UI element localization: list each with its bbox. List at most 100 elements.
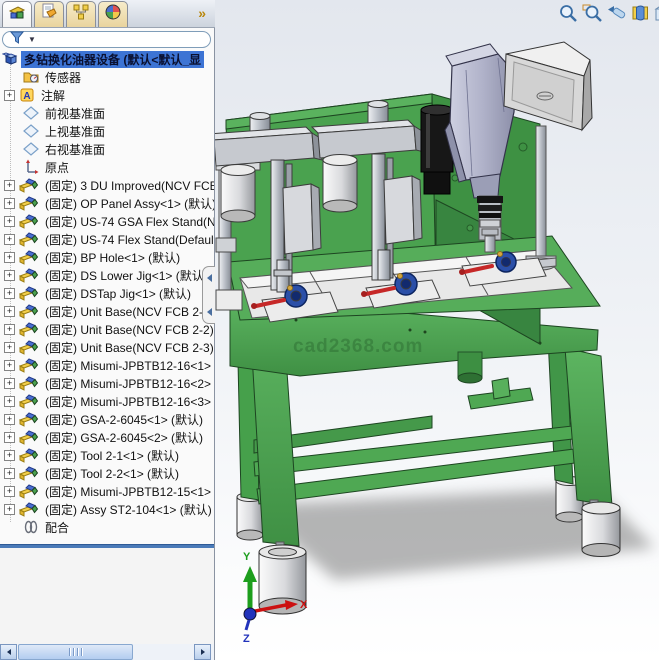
tree-item-label: 原点 <box>42 159 72 176</box>
expand-toggle[interactable]: + <box>4 180 15 191</box>
tree-item-label: (固定) DS Lower Jig<1> (默认) <box>42 267 211 284</box>
origin-icon <box>23 159 39 175</box>
expand-toggle[interactable]: + <box>4 360 15 371</box>
plane-icon <box>23 141 39 157</box>
tree-item[interactable]: +(固定) Misumi-JPBTB12-15<1> (默 <box>0 482 214 500</box>
feature-tree: 多钻换化油器设备 (默认<默认_显传感器+A注解前视基准面上视基准面右视基准面原… <box>0 50 214 537</box>
annotations-icon: A <box>19 87 35 103</box>
tree-item[interactable]: + (固定) Misumi-JPBTB12-16<3> (默 <box>0 392 214 410</box>
expand-toggle[interactable]: + <box>4 396 15 407</box>
expand-toggle[interactable]: + <box>4 216 15 227</box>
zoom-area-icon[interactable] <box>582 3 603 24</box>
expand-toggle[interactable]: + <box>4 486 15 497</box>
configurationmanager-icon <box>72 3 90 26</box>
panel-collapse-tab[interactable] <box>202 266 215 324</box>
propertymanager-tab[interactable] <box>34 1 64 27</box>
expand-toggle[interactable]: + <box>4 90 15 101</box>
tree-item[interactable]: + (固定) US-74 GSA Flex Stand(NCV <box>0 212 214 230</box>
tree-item[interactable]: 配合 <box>0 518 214 536</box>
expand-toggle[interactable]: + <box>4 414 15 425</box>
tree-item[interactable]: + (固定) DS Lower Jig<1> (默认) <box>0 266 214 284</box>
tree-item[interactable]: + (固定) Tool 2-1<1> (默认) <box>0 446 214 464</box>
triad-z-label: Z <box>243 633 250 645</box>
tree-item-label: (固定) Misumi-JPBTB12-16<1> (默 <box>42 357 214 374</box>
expand-toggle[interactable]: + <box>4 342 15 353</box>
tree-item[interactable]: + (固定) BP Hole<1> (默认) <box>0 248 214 266</box>
expand-toggle[interactable]: + <box>4 270 15 281</box>
watermark-text: cad2368.com <box>293 336 423 357</box>
sensors-folder-icon <box>23 69 39 85</box>
expand-toggle[interactable]: + <box>4 234 15 245</box>
tree-item-label: (固定) BP Hole<1> (默认) <box>42 249 183 266</box>
svg-text:A: A <box>23 91 30 102</box>
tree-item-label: (固定) DSTap Jig<1> (默认) <box>42 285 194 302</box>
filter-dropdown-caret[interactable]: ▼ <box>28 35 36 44</box>
tree-item-root[interactable]: 多钻换化油器设备 (默认<默认_显 <box>0 50 214 68</box>
expand-toggle[interactable]: + <box>4 450 15 461</box>
component-icon <box>19 465 39 481</box>
tree-item-label: (固定) Unit Base(NCV FCB 2-3)<1 <box>42 339 214 356</box>
tree-item[interactable]: +(固定) Misumi-JPBTB12-16<2> (默 <box>0 374 214 392</box>
scrollbar-thumb[interactable] <box>18 644 133 660</box>
tree-item[interactable]: 传感器 <box>0 68 214 86</box>
expand-toggle[interactable]: + <box>4 324 15 335</box>
tree-item[interactable]: 右视基准面 <box>0 140 214 158</box>
tree-filter-bar[interactable]: ▼ <box>2 31 211 48</box>
tree-item[interactable]: +(固定) Tool 2-2<1> (默认) <box>0 464 214 482</box>
graphics-viewport[interactable]: cad2368.com Y X Z <box>215 0 659 660</box>
assembly-root-icon <box>2 51 18 67</box>
featuremanager-tree-tab[interactable] <box>2 1 32 27</box>
expand-toggle[interactable]: + <box>4 504 15 515</box>
tree-item[interactable]: 上视基准面 <box>0 122 214 140</box>
expand-toggle[interactable]: + <box>4 288 15 299</box>
tree-item[interactable]: +(固定) Assy ST2-104<1> (默认) <box>0 500 214 518</box>
component-icon <box>19 447 39 463</box>
tree-item-label: (固定) Misumi-JPBTB12-16<3> (默 <box>42 393 214 410</box>
tree-item[interactable]: + (固定) US-74 Flex Stand(Default) <box>0 230 214 248</box>
expand-toggle[interactable]: + <box>4 378 15 389</box>
expand-toggle[interactable]: + <box>4 198 15 209</box>
tree-item[interactable]: +(固定) GSA-2-6045<1> (默认) <box>0 410 214 428</box>
tree-item-label: (固定) US-74 GSA Flex Stand(NCV <box>42 213 214 230</box>
expand-toggle[interactable]: + <box>4 306 15 317</box>
tree-item-label: 右视基准面 <box>42 141 108 158</box>
triad-y-label: Y <box>243 551 251 563</box>
tree-item-label: (固定) Tool 2-1<1> (默认) <box>42 447 182 464</box>
heads-up-view-toolbar <box>558 3 659 24</box>
mates-icon <box>23 519 39 535</box>
tree-item-label: (固定) US-74 Flex Stand(Default) <box>42 231 214 248</box>
filter-funnel-icon <box>10 31 24 49</box>
component-icon <box>19 213 39 229</box>
tree-item[interactable]: +(固定) 3 DU Improved(NCV FCB # <box>0 176 214 194</box>
tree-item[interactable]: +(固定) GSA-2-6045<2> (默认) <box>0 428 214 446</box>
tree-item[interactable]: +A注解 <box>0 86 214 104</box>
tabs-overflow-chevron[interactable]: » <box>198 5 206 21</box>
tree-item[interactable]: +(固定) Unit Base(NCV FCB 2-2)<1 <box>0 320 214 338</box>
component-icon <box>19 177 39 193</box>
tree-item[interactable]: + (固定) Unit Base(NCV FCB 2-3)<1 <box>0 338 214 356</box>
expand-toggle[interactable]: + <box>4 432 15 443</box>
component-icon <box>19 411 39 427</box>
tree-item[interactable]: 原点 <box>0 158 214 176</box>
scroll-left-button[interactable] <box>0 644 17 660</box>
component-icon <box>19 267 39 283</box>
scroll-right-button[interactable] <box>194 644 211 660</box>
tree-item[interactable]: + (固定) Misumi-JPBTB12-16<1> (默 <box>0 356 214 374</box>
configurationmanager-tab[interactable] <box>66 1 96 27</box>
view-orientation-icon[interactable] <box>654 3 659 24</box>
expand-toggle[interactable]: + <box>4 252 15 263</box>
previous-view-icon[interactable] <box>606 3 627 24</box>
expand-toggle[interactable]: + <box>4 468 15 479</box>
tree-item[interactable]: +(固定) Unit Base(NCV FCB 2-1)<1 <box>0 302 214 320</box>
section-view-icon[interactable] <box>630 3 651 24</box>
displaymanager-tab[interactable] <box>98 1 128 27</box>
displaymanager-icon <box>104 3 122 26</box>
tree-item[interactable]: +(固定) OP Panel Assy<1> (默认) <box>0 194 214 212</box>
tree-item[interactable]: 前视基准面 <box>0 104 214 122</box>
component-icon <box>19 321 39 337</box>
collapse-arrow-icon <box>207 308 212 316</box>
tree-item[interactable]: + (固定) DSTap Jig<1> (默认) <box>0 284 214 302</box>
tree-horizontal-scrollbar[interactable] <box>0 644 214 660</box>
zoom-fit-icon[interactable] <box>558 3 579 24</box>
3d-scene[interactable]: cad2368.com Y X Z <box>215 0 659 660</box>
